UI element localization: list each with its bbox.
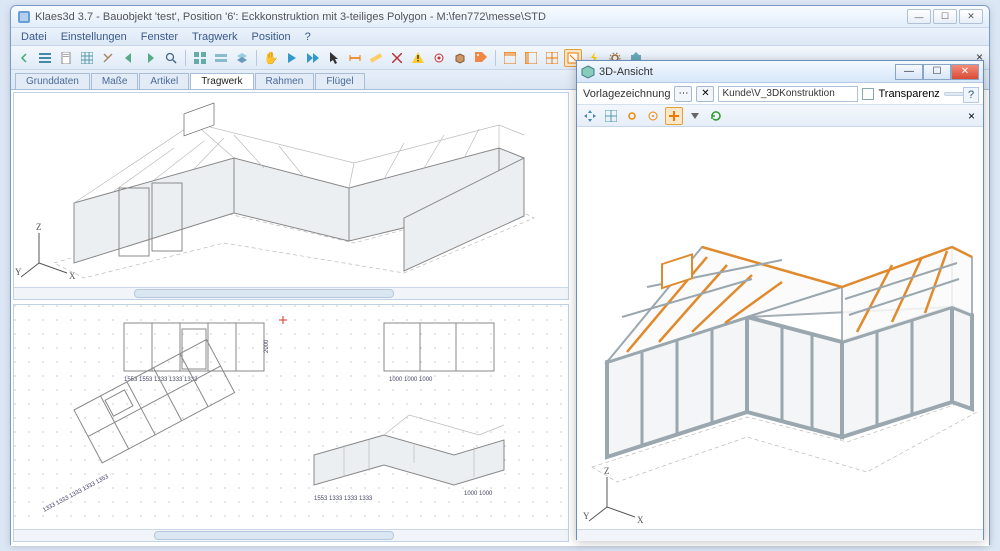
layers-icon[interactable] — [233, 49, 251, 67]
arrow-left-icon[interactable] — [120, 49, 138, 67]
panel-close-button[interactable]: ✕ — [951, 64, 979, 80]
tools-icon[interactable] — [99, 49, 117, 67]
target-icon[interactable] — [430, 49, 448, 67]
layout2-icon[interactable] — [522, 49, 540, 67]
measure-icon[interactable] — [367, 49, 385, 67]
dropdown-icon[interactable] — [686, 107, 704, 125]
dimension-icon[interactable] — [346, 49, 364, 67]
multi-view-drawing: 1553 1553 1333 1333 1333 2000 1000 1000 … — [14, 305, 569, 531]
transparenz-checkbox[interactable] — [862, 88, 874, 100]
target2-icon[interactable] — [644, 107, 662, 125]
menu-position[interactable]: Position — [245, 30, 296, 44]
maximize-button[interactable]: ☐ — [933, 9, 957, 24]
toolbar-separator — [495, 50, 496, 66]
stack-icon[interactable] — [212, 49, 230, 67]
vorlagezeichnung-label: Vorlagezeichnung — [583, 88, 670, 100]
tag-icon[interactable] — [472, 49, 490, 67]
menu-fenster[interactable]: Fenster — [135, 30, 184, 44]
window-controls: — ☐ ✕ — [907, 9, 983, 24]
vorlagezeichnung-field[interactable] — [718, 86, 858, 102]
panel-toolbar-close-icon[interactable]: × — [964, 109, 979, 123]
panel-3d-viewport[interactable]: Z X Y — [577, 127, 983, 529]
panel-toolbar: × — [577, 105, 983, 127]
svg-text:1000 1000 1000: 1000 1000 1000 — [389, 377, 433, 383]
render-3d: Z X Y — [577, 127, 985, 529]
menu-datei[interactable]: Datei — [15, 30, 53, 44]
thumbnails-icon[interactable] — [191, 49, 209, 67]
panel-title: 3D-Ansicht — [599, 66, 895, 78]
play-icon[interactable] — [283, 49, 301, 67]
close-button[interactable]: ✕ — [959, 9, 983, 24]
chevron-left-icon[interactable] — [15, 49, 33, 67]
plus-icon[interactable] — [665, 107, 683, 125]
svg-text:Y: Y — [15, 267, 22, 277]
svg-text:1553 1333 1333 1333: 1553 1333 1333 1333 — [314, 496, 373, 502]
arrow-right-icon[interactable] — [141, 49, 159, 67]
layout1-icon[interactable] — [501, 49, 519, 67]
window-title: Klaes3d 3.7 - Bauobjekt 'test', Position… — [35, 11, 907, 23]
svg-text:2000: 2000 — [264, 339, 270, 353]
toolbar-separator — [185, 50, 186, 66]
tab-masse[interactable]: Maße — [91, 73, 139, 89]
tab-rahmen[interactable]: Rahmen — [255, 73, 315, 89]
layout3-icon[interactable] — [543, 49, 561, 67]
menu-einstellungen[interactable]: Einstellungen — [55, 30, 133, 44]
menubar: Datei Einstellungen Fenster Tragwerk Pos… — [11, 28, 989, 46]
svg-text:X: X — [69, 271, 76, 281]
clear-button[interactable]: ✕ — [696, 86, 714, 102]
panel-minimize-button[interactable]: — — [895, 64, 923, 80]
grid-icon[interactable] — [78, 49, 96, 67]
panel-maximize-button[interactable]: ☐ — [923, 64, 951, 80]
warning-icon[interactable] — [409, 49, 427, 67]
svg-text:X: X — [637, 515, 644, 525]
arrows-icon[interactable] — [581, 107, 599, 125]
toolbar-separator — [256, 50, 257, 66]
document-icon[interactable] — [57, 49, 75, 67]
pointer-icon[interactable] — [325, 49, 343, 67]
help-button[interactable]: ? — [963, 87, 979, 103]
panel-scrollbar-horizontal[interactable] — [577, 529, 983, 541]
grid3-icon[interactable] — [602, 107, 620, 125]
browse-button[interactable]: ⋯ — [674, 86, 692, 102]
transparenz-label: Transparenz — [878, 88, 939, 100]
app-icon — [17, 10, 31, 24]
panel-options-row: Vorlagezeichnung ⋯ ✕ Transparenz — [577, 83, 983, 105]
menu-help[interactable]: ? — [299, 30, 317, 44]
box-icon[interactable] — [451, 49, 469, 67]
panel-titlebar[interactable]: 3D-Ansicht — ☐ ✕ — [577, 61, 983, 83]
isometric-drawing: Z X Y — [14, 93, 569, 289]
svg-text:1000 1000: 1000 1000 — [464, 491, 493, 497]
titlebar: Klaes3d 3.7 - Bauobjekt 'test', Position… — [11, 6, 989, 28]
menu-tragwerk[interactable]: Tragwerk — [186, 30, 243, 44]
tab-fluegel[interactable]: Flügel — [315, 73, 364, 89]
scrollbar-horizontal[interactable] — [14, 287, 568, 299]
tab-artikel[interactable]: Artikel — [139, 73, 189, 89]
panel-3d-ansicht: 3D-Ansicht — ☐ ✕ Vorlagezeichnung ⋯ ✕ Tr… — [576, 60, 984, 540]
refresh-icon[interactable] — [707, 107, 725, 125]
cross-icon[interactable] — [388, 49, 406, 67]
cube-icon — [581, 65, 595, 79]
isometric-view-pane[interactable]: Z X Y — [13, 92, 569, 300]
tab-grunddaten[interactable]: Grunddaten — [15, 73, 90, 89]
multi-view-pane[interactable]: 1553 1553 1333 1333 1333 2000 1000 1000 … — [13, 304, 569, 542]
svg-text:Z: Z — [36, 222, 42, 232]
minimize-button[interactable]: — — [907, 9, 931, 24]
svg-text:Y: Y — [583, 511, 590, 521]
hand-icon[interactable]: ✋ — [262, 49, 280, 67]
forward-icon[interactable] — [304, 49, 322, 67]
scrollbar-horizontal[interactable] — [14, 529, 568, 541]
tab-tragwerk[interactable]: Tragwerk — [190, 73, 253, 89]
svg-text:Z: Z — [604, 466, 610, 476]
list-icon[interactable] — [36, 49, 54, 67]
search-icon[interactable] — [162, 49, 180, 67]
link-icon[interactable] — [623, 107, 641, 125]
